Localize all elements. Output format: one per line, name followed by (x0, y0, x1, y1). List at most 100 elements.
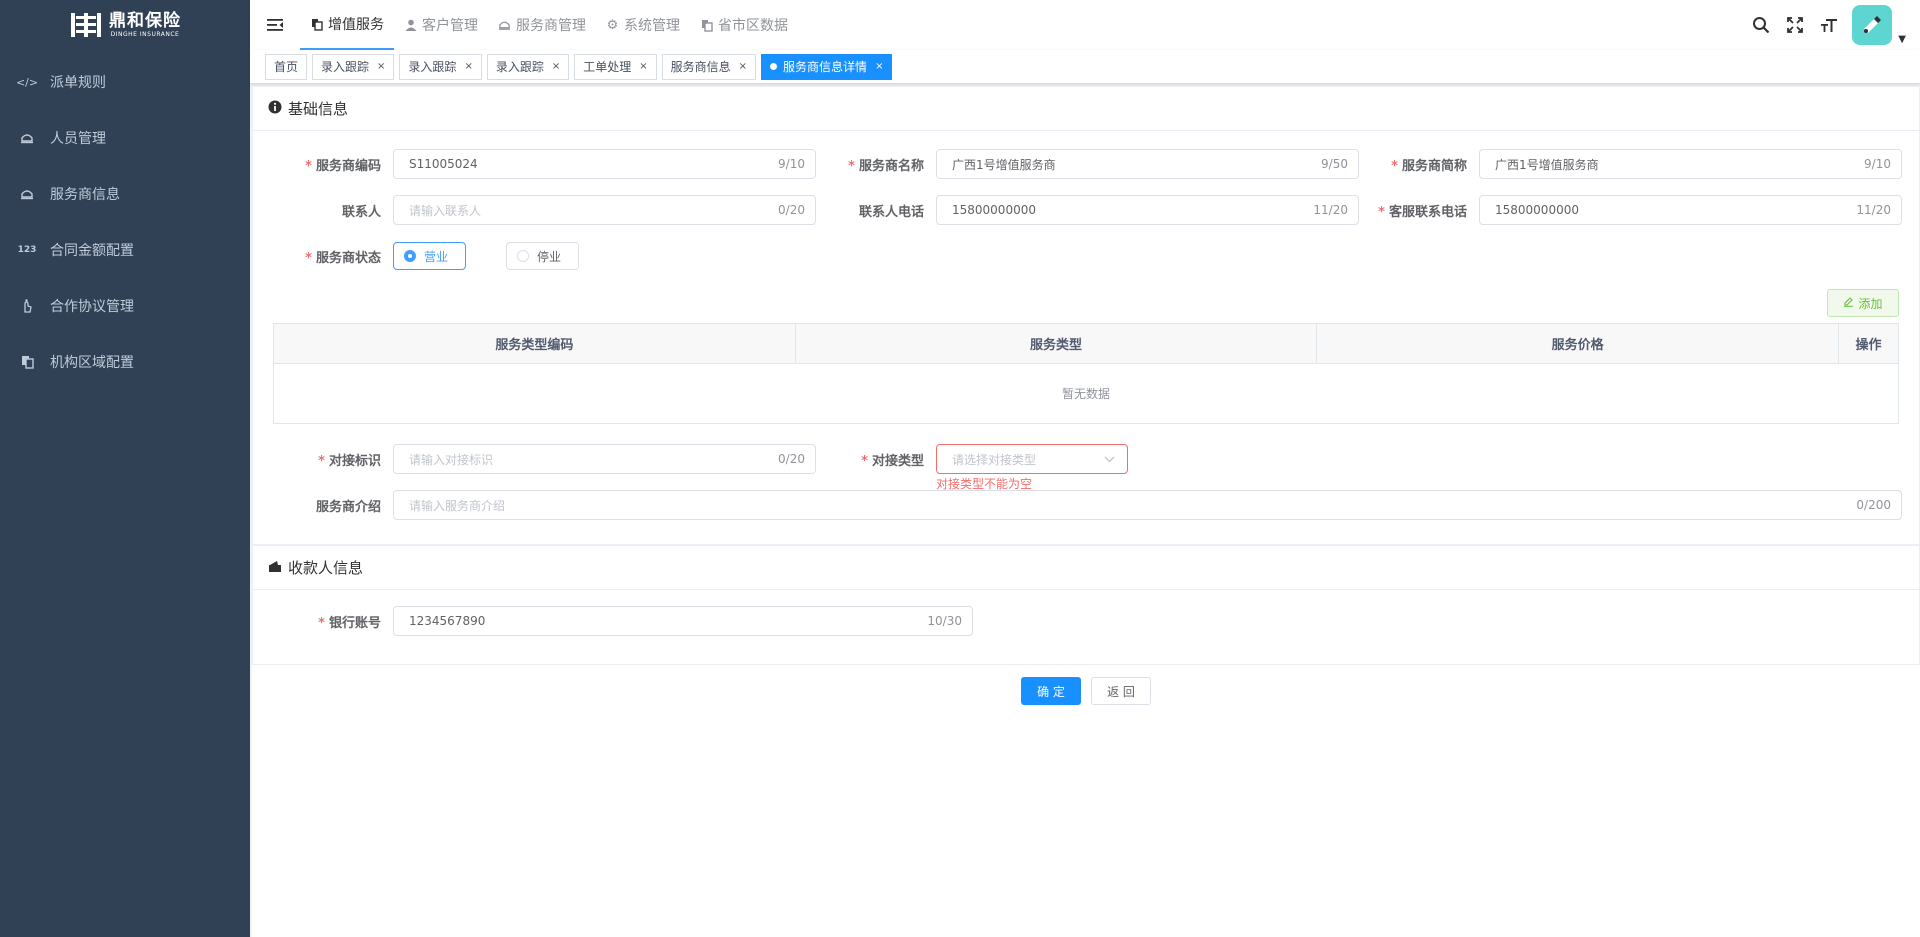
char-count: 0/20 (778, 452, 805, 466)
tag-entry-tracking[interactable]: 录入跟踪 × (486, 53, 570, 80)
required-mark: * (861, 453, 868, 469)
code-icon: </> (15, 75, 39, 89)
required-mark: * (305, 250, 312, 266)
tags-view: 首页 录入跟踪 × 录入跟踪 × 录入跟踪 × 工单处理 × 服务商信息 × 服… (250, 50, 1920, 84)
column-header: 服务类型 (794, 323, 1318, 364)
people-icon (20, 187, 34, 201)
sidebar-menu: </> 派单规则 人员管理 服务商信息 123 合同金额配置 合作协议管理 机构… (0, 54, 250, 390)
add-button[interactable]: 添加 (1827, 289, 1899, 317)
close-icon[interactable]: × (377, 61, 385, 72)
number-icon: 123 (17, 245, 37, 255)
copy-icon (700, 19, 713, 32)
copy-icon (310, 18, 323, 31)
close-icon[interactable]: × (739, 61, 747, 72)
field-label: 对接类型 (871, 453, 924, 469)
column-header: 操作 (1838, 323, 1899, 364)
provider-intro-input[interactable]: 请输入服务商介绍 0/200 (393, 490, 1902, 520)
dock-id-input[interactable]: 请输入对接标识 0/20 (393, 444, 816, 474)
close-icon[interactable]: × (552, 61, 560, 72)
confirm-button[interactable]: 确 定 (1021, 677, 1081, 705)
topnav-value-added-service[interactable]: 增值服务 (300, 0, 394, 50)
search-icon[interactable] (1744, 0, 1778, 50)
close-icon[interactable]: × (875, 61, 883, 72)
close-icon[interactable]: × (639, 61, 647, 72)
provider-code-input[interactable]: S11005024 9/10 (393, 149, 816, 179)
sidebar-item-dispatch-rules[interactable]: </> 派单规则 (0, 54, 250, 110)
top-menu: 增值服务 客户管理 服务商管理 ⚙ 系统管理 省市区数据 (300, 0, 798, 50)
field-label: 服务商状态 (315, 250, 381, 266)
sidebar-item-personnel[interactable]: 人员管理 (0, 110, 250, 166)
dock-type-select[interactable]: 请选择对接类型 (936, 444, 1128, 474)
char-count: 0/20 (778, 203, 805, 217)
field-label: 服务商名称 (858, 158, 924, 174)
sidebar-item-label: 服务商信息 (50, 187, 120, 203)
sidebar-item-cooperation[interactable]: 合作协议管理 (0, 278, 250, 334)
topnav-label: 客户管理 (422, 18, 478, 34)
status-radio-closed[interactable]: 停业 (506, 242, 579, 270)
input-value: 广西1号增值服务商 (1495, 157, 1599, 172)
tag-work-order[interactable]: 工单处理 × (574, 53, 657, 80)
sidebar-item-region-config[interactable]: 机构区域配置 (0, 334, 250, 390)
caret-down-icon[interactable]: ▼ (1898, 34, 1906, 45)
provider-name-input[interactable]: 广西1号增值服务商 9/50 (936, 149, 1359, 179)
logo-subtitle: DINGHE INSURANCE (110, 30, 180, 38)
tag-label: 工单处理 (583, 60, 632, 74)
tag-provider-info[interactable]: 服务商信息 × (661, 53, 757, 80)
logo-title: 鼎和保险 (109, 10, 181, 31)
topnav-label: 省市区数据 (718, 18, 788, 34)
tag-label: 录入跟踪 (408, 60, 457, 74)
radio-label: 停业 (537, 249, 562, 264)
user-icon (404, 19, 417, 32)
required-mark: * (1378, 204, 1385, 220)
input-value: 15800000000 (1495, 203, 1579, 217)
sidebar: 鼎和保险 DINGHE INSURANCE </> 派单规则 人员管理 服务商信… (0, 0, 250, 937)
topnav-label: 服务商管理 (516, 18, 586, 34)
close-icon[interactable]: × (464, 61, 472, 72)
topnav-customer-management[interactable]: 客户管理 (394, 0, 488, 50)
tag-entry-tracking[interactable]: 录入跟踪 × (312, 53, 395, 80)
contact-input[interactable]: 请输入联系人 0/20 (393, 195, 816, 225)
card-header: 收款人信息 (253, 546, 1919, 590)
topnav-system-management[interactable]: ⚙ 系统管理 (596, 0, 690, 50)
add-button-label: 添加 (1858, 296, 1883, 311)
provider-short-name-input[interactable]: 广西1号增值服务商 9/10 (1479, 149, 1902, 179)
sidebar-item-provider-info[interactable]: 服务商信息 (0, 166, 250, 222)
font-size-icon[interactable] (1812, 0, 1846, 50)
bank-account-input[interactable]: 1234567890 10/30 (393, 606, 973, 636)
topnav-region-data[interactable]: 省市区数据 (690, 0, 798, 50)
select-placeholder: 请选择对接类型 (952, 452, 1037, 467)
hamburger-icon[interactable] (250, 0, 300, 50)
topnav-label: 增值服务 (328, 17, 384, 33)
input-placeholder: 请输入对接标识 (409, 452, 494, 467)
service-phone-input[interactable]: 15800000000 11/20 (1479, 195, 1902, 225)
fullscreen-icon[interactable] (1778, 0, 1812, 50)
input-value: 广西1号增值服务商 (952, 157, 1056, 172)
topnav-provider-management[interactable]: 服务商管理 (488, 0, 596, 50)
sidebar-item-label: 派单规则 (50, 75, 106, 91)
topnav-label: 系统管理 (624, 18, 680, 34)
tag-provider-detail[interactable]: 服务商信息详情 × (761, 53, 893, 80)
navbar-right: ▼ (1744, 0, 1920, 50)
empty-text: 暂无数据 (273, 363, 1899, 424)
tag-home[interactable]: 首页 (265, 53, 308, 80)
status-radio-open[interactable]: 营业 (393, 242, 466, 270)
char-count: 11/20 (1856, 203, 1891, 217)
required-mark: * (305, 158, 312, 174)
radio-label: 营业 (424, 249, 449, 264)
payee-form: * 银行账号 1234567890 10/30 (253, 590, 1919, 664)
sidebar-item-label: 合作协议管理 (50, 299, 134, 315)
edit-icon (1843, 296, 1854, 310)
required-mark: * (848, 158, 855, 174)
tag-entry-tracking[interactable]: 录入跟踪 × (399, 53, 482, 80)
required-mark: * (1391, 158, 1398, 174)
char-count: 11/20 (1313, 203, 1348, 217)
avatar[interactable] (1852, 5, 1893, 45)
contact-phone-input[interactable]: 15800000000 11/20 (936, 195, 1359, 225)
copy-icon (20, 355, 34, 369)
field-label: 银行账号 (328, 615, 381, 631)
basic-info-form: * 服务商编码 S11005024 9/10 * 服务商名称 广西1号增值服务商 9… (253, 131, 1919, 544)
back-button[interactable]: 返 回 (1091, 677, 1151, 705)
card-title: 收款人信息 (288, 559, 364, 577)
sidebar-item-contract-amount[interactable]: 123 合同金额配置 (0, 222, 250, 278)
field-label: 服务商介绍 (315, 499, 381, 515)
